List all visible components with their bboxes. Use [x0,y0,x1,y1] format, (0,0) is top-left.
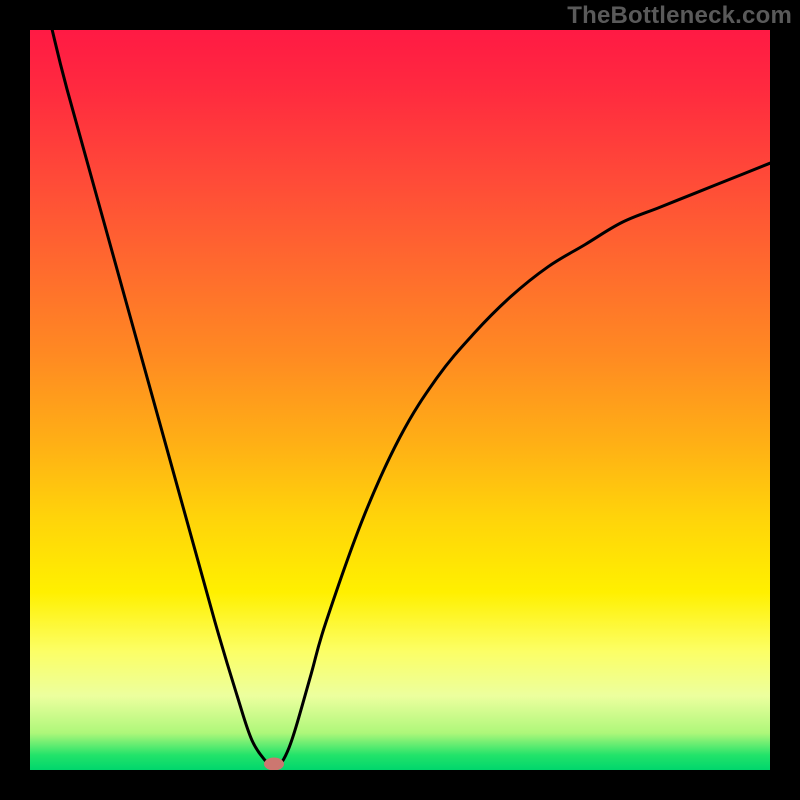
bottleneck-curve [52,30,770,770]
curve-layer [30,30,770,770]
watermark-text: TheBottleneck.com [567,2,792,30]
plot-area [30,30,770,770]
curve-minimum-marker [264,758,284,770]
chart-frame: TheBottleneck.com [0,0,800,800]
